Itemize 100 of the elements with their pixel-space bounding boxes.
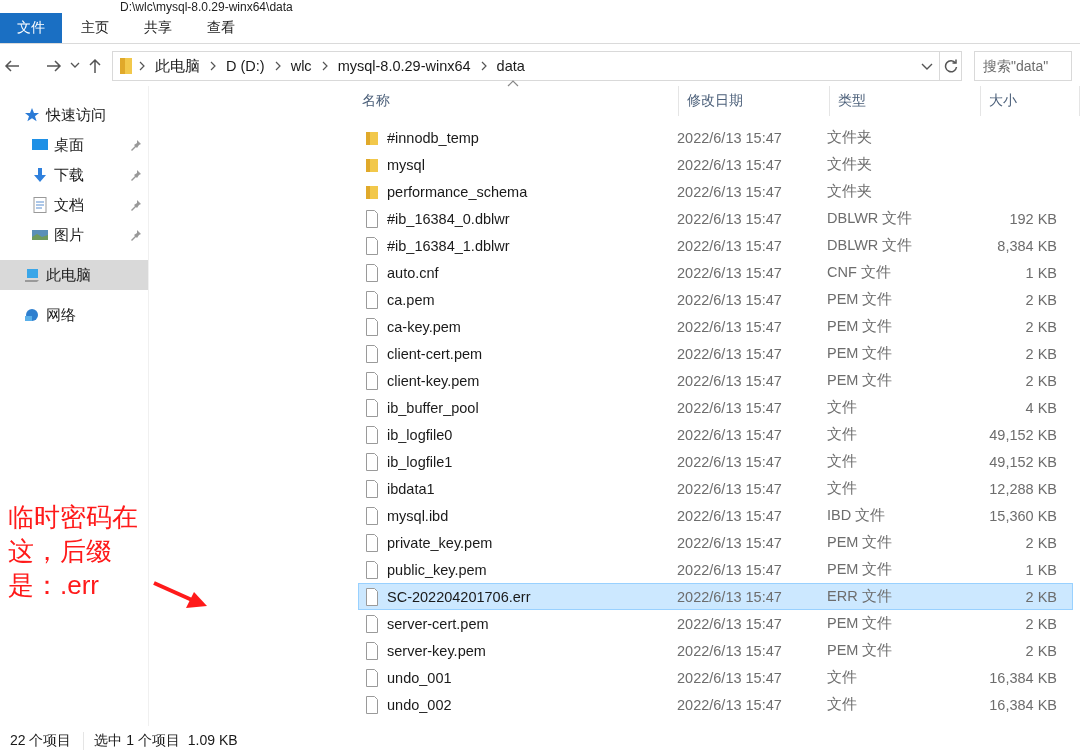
file-row[interactable]: ca.pem 2022/6/13 15:47 PEM 文件 2 KB: [358, 286, 1073, 313]
sidebar-item[interactable]: 下载: [0, 160, 148, 190]
file-name: server-key.pem: [387, 642, 486, 659]
file-type: PEM 文件: [827, 560, 894, 579]
modified-date: 2022/6/13 15:47: [677, 372, 783, 389]
file-size: 16,384 KB: [988, 696, 1057, 713]
modified-date: 2022/6/13 15:47: [677, 453, 783, 470]
folder-icon: [365, 129, 379, 146]
file-type: PEM 文件: [827, 641, 894, 660]
file-row[interactable]: ib_logfile1 2022/6/13 15:47 文件 49,152 KB: [358, 448, 1073, 475]
file-row[interactable]: server-key.pem 2022/6/13 15:47 PEM 文件 2 KB: [358, 637, 1073, 664]
file-name: ib_logfile0: [387, 426, 453, 443]
star-icon: [24, 107, 40, 123]
file-icon: [365, 452, 379, 471]
file-icon: [365, 641, 379, 660]
file-size: 49,152 KB: [988, 453, 1057, 470]
file-icon: [365, 695, 379, 714]
file-icon: [365, 614, 379, 633]
file-type: DBLWR 文件: [827, 209, 914, 228]
sidebar-label: 桌面: [54, 135, 85, 155]
up-button[interactable]: [88, 58, 102, 74]
modified-date: 2022/6/13 15:47: [677, 156, 783, 173]
sidebar-label: 此电脑: [46, 265, 92, 285]
file-name: private_key.pem: [387, 534, 493, 551]
file-name: client-cert.pem: [387, 345, 483, 362]
file-name: #ib_16384_1.dblwr: [387, 237, 510, 254]
file-row[interactable]: client-cert.pem 2022/6/13 15:47 PEM 文件 2 KB: [358, 340, 1073, 367]
file-row[interactable]: performance_schema 2022/6/13 15:47 文件夹: [358, 178, 1073, 205]
sidebar-item[interactable]: 图片: [0, 220, 148, 250]
file-type: DBLWR 文件: [827, 236, 914, 255]
breadcrumb[interactable]: D (D:): [222, 58, 269, 74]
column-header[interactable]: 大小: [981, 86, 1080, 116]
file-icon: [365, 668, 379, 687]
file-name: undo_002: [387, 696, 452, 713]
breadcrumb[interactable]: wlc: [286, 58, 316, 74]
file-name: ibdata1: [387, 480, 435, 497]
ribbon-tab[interactable]: 共享: [128, 13, 188, 43]
file-name: public_key.pem: [387, 561, 487, 578]
file-row[interactable]: undo_001 2022/6/13 15:47 文件 16,384 KB: [358, 664, 1073, 691]
annotation-text: 临时密码在这，后缀是：.err: [8, 501, 139, 602]
back-button[interactable]: [4, 58, 20, 74]
file-type: 文件夹: [827, 182, 873, 201]
back-icon: [4, 58, 20, 74]
ribbon-tab[interactable]: 查看: [191, 13, 251, 43]
modified-date: 2022/6/13 15:47: [677, 696, 783, 713]
file-icon: [365, 560, 379, 579]
file-type: 文件夹: [827, 155, 873, 174]
modified-date: 2022/6/13 15:47: [677, 345, 783, 362]
breadcrumb[interactable]: mysql-8.0.29-winx64: [333, 58, 475, 74]
window-title: D:\wlc\mysql-8.0.29-winx64\data: [120, 0, 293, 14]
column-header[interactable]: 名称: [354, 86, 679, 116]
file-row[interactable]: ib_logfile0 2022/6/13 15:47 文件 49,152 KB: [358, 421, 1073, 448]
sidebar-item[interactable]: 此电脑: [0, 260, 148, 290]
file-row[interactable]: #ib_16384_0.dblwr 2022/6/13 15:47 DBLWR 文件 192 KB: [358, 205, 1073, 232]
file-size: 2 KB: [1024, 534, 1057, 551]
file-type: 文件夹: [827, 128, 873, 147]
file-row[interactable]: mysql 2022/6/13 15:47 文件夹: [358, 151, 1073, 178]
refresh-button[interactable]: [940, 51, 962, 81]
file-row[interactable]: private_key.pem 2022/6/13 15:47 PEM 文件 2 KB: [358, 529, 1073, 556]
file-size: 2 KB: [1024, 291, 1057, 308]
file-name: ca.pem: [387, 291, 435, 308]
sidebar-item[interactable]: 文档: [0, 190, 148, 220]
file-type: 文件: [827, 479, 858, 498]
file-icon: [365, 317, 379, 336]
sidebar-item[interactable]: 网络: [0, 300, 148, 330]
modified-date: 2022/6/13 15:47: [677, 534, 783, 551]
chevron-right-icon: [139, 61, 145, 71]
file-row[interactable]: client-key.pem 2022/6/13 15:47 PEM 文件 2 KB: [358, 367, 1073, 394]
ribbon-tab[interactable]: 主页: [65, 13, 125, 43]
file-menu-button[interactable]: 文件: [0, 13, 62, 43]
file-row[interactable]: undo_002 2022/6/13 15:47 文件 16,384 KB: [358, 691, 1073, 718]
modified-date: 2022/6/13 15:47: [677, 399, 783, 416]
file-icon: [365, 290, 379, 309]
file-type: CNF 文件: [827, 263, 892, 282]
address-bar[interactable]: 此电脑 D (D:) wlc mysql-8.0.29-winx64 data: [112, 51, 940, 81]
search-field[interactable]: 搜索"data": [974, 51, 1072, 81]
breadcrumb[interactable]: 此电脑: [151, 56, 204, 76]
breadcrumb[interactable]: data: [492, 58, 529, 74]
sidebar-item[interactable]: 快速访问: [0, 100, 148, 130]
file-icon: [365, 263, 379, 282]
file-name: ib_buffer_pool: [387, 399, 479, 416]
file-row[interactable]: auto.cnf 2022/6/13 15:47 CNF 文件 1 KB: [358, 259, 1073, 286]
file-row[interactable]: ca-key.pem 2022/6/13 15:47 PEM 文件 2 KB: [358, 313, 1073, 340]
column-header[interactable]: 修改日期: [679, 86, 830, 116]
file-row[interactable]: ib_buffer_pool 2022/6/13 15:47 文件 4 KB: [358, 394, 1073, 421]
file-row[interactable]: #ib_16384_1.dblwr 2022/6/13 15:47 DBLWR 文件 8,384 KB: [358, 232, 1073, 259]
forward-button[interactable]: [46, 58, 62, 74]
file-row[interactable]: ibdata1 2022/6/13 15:47 文件 12,288 KB: [358, 475, 1073, 502]
file-type: PEM 文件: [827, 371, 894, 390]
file-row[interactable]: public_key.pem 2022/6/13 15:47 PEM 文件 1 KB: [358, 556, 1073, 583]
sidebar-item[interactable]: 桌面: [0, 130, 148, 160]
file-row[interactable]: #innodb_temp 2022/6/13 15:47 文件夹: [358, 124, 1073, 151]
file-row[interactable]: mysql.ibd 2022/6/13 15:47 IBD 文件 15,360 KB: [358, 502, 1073, 529]
chevron-right-icon: [210, 61, 216, 71]
file-row[interactable]: SC-202204201706.err 2022/6/13 15:47 ERR 文件 2 KB: [358, 583, 1073, 610]
file-name: #ib_16384_0.dblwr: [387, 210, 510, 227]
sidebar-label: 文档: [54, 195, 85, 215]
file-type: PEM 文件: [827, 533, 894, 552]
file-row[interactable]: server-cert.pem 2022/6/13 15:47 PEM 文件 2 KB: [358, 610, 1073, 637]
column-header[interactable]: 类型: [830, 86, 981, 116]
